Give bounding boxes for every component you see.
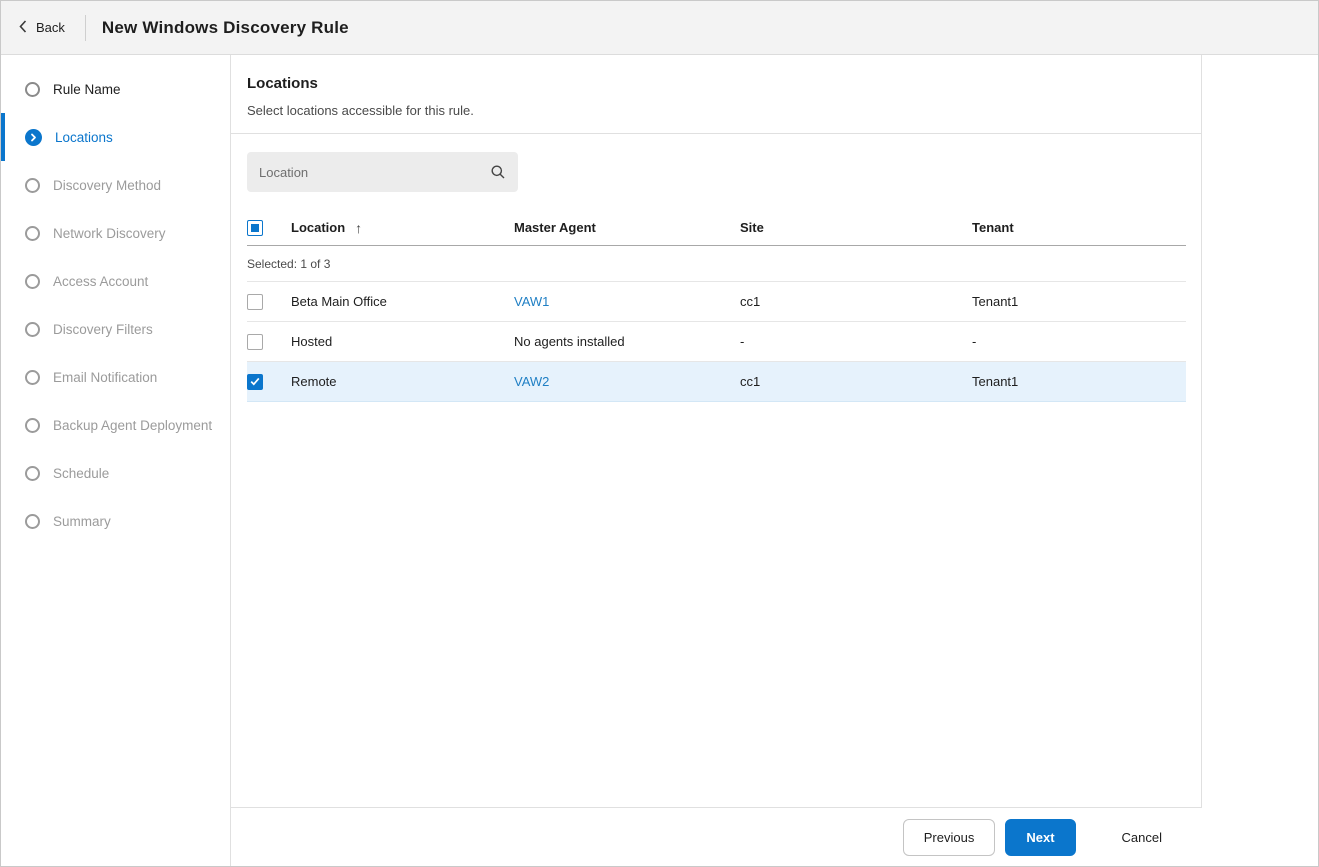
step-circle-icon: [25, 417, 40, 433]
location-cell: Remote: [291, 374, 514, 389]
column-header-master-agent[interactable]: Master Agent: [514, 220, 740, 235]
column-header-location[interactable]: Location ↑: [291, 220, 514, 236]
row-checkbox[interactable]: [247, 333, 263, 350]
wizard-header: Back New Windows Discovery Rule: [1, 1, 1318, 55]
sidebar-step-backup-agent-deployment[interactable]: Backup Agent Deployment: [1, 401, 230, 449]
row-checkbox[interactable]: [247, 293, 263, 310]
content-pane: Locations Select locations accessible fo…: [231, 55, 1202, 807]
row-checkbox-cell: [247, 333, 291, 350]
locations-table-body: Beta Main Office VAW1 cc1 Tenant1 Hosted No a…: [247, 282, 1186, 402]
location-search[interactable]: [247, 152, 518, 192]
master-agent-cell: VAW1: [514, 294, 740, 309]
location-row-hosted[interactable]: Hosted No agents installed - -: [247, 322, 1186, 362]
section-subtitle: Select locations accessible for this rul…: [247, 103, 474, 118]
step-label: Discovery Filters: [53, 321, 153, 337]
sidebar-step-summary[interactable]: Summary: [1, 497, 230, 545]
master-agent-link[interactable]: VAW1: [514, 294, 549, 309]
step-label: Email Notification: [53, 369, 158, 385]
site-cell: cc1: [740, 374, 972, 389]
back-label: Back: [36, 20, 65, 35]
step-circle-icon: [25, 513, 40, 529]
page-title: New Windows Discovery Rule: [101, 17, 349, 37]
row-checkbox-cell: [247, 293, 291, 310]
step-circle-icon: [25, 321, 40, 337]
row-checkbox-checked[interactable]: [247, 373, 263, 390]
master-agent-text: No agents installed: [514, 334, 625, 349]
main-column: Locations Select locations accessible fo…: [231, 55, 1318, 866]
tenant-value: Tenant1: [972, 374, 1019, 389]
location-cell: Beta Main Office: [291, 294, 514, 309]
step-label: Network Discovery: [53, 225, 166, 241]
step-circle-icon: [25, 369, 40, 385]
site-cell: -: [740, 334, 972, 349]
step-circle-icon: [25, 465, 40, 481]
location-search-input[interactable]: [259, 164, 490, 180]
tenant-value: Tenant1: [972, 294, 1019, 309]
step-label: Summary: [53, 513, 111, 529]
section-body: Location ↑ Master Agent Site Tenant: [231, 134, 1201, 420]
sidebar-step-locations[interactable]: Locations: [1, 113, 230, 161]
section-header: Locations Select locations accessible fo…: [231, 55, 1201, 134]
column-header-location-label: Location: [291, 220, 346, 235]
location-name: Remote: [291, 374, 337, 389]
previous-button[interactable]: Previous: [902, 818, 996, 856]
location-row-beta-main-office[interactable]: Beta Main Office VAW1 cc1 Tenant1: [247, 282, 1186, 322]
location-name: Hosted: [291, 334, 333, 349]
tenant-cell: -: [972, 334, 1186, 349]
search-icon: [490, 164, 506, 180]
step-label: Discovery Method: [53, 177, 162, 193]
tenant-cell: Tenant1: [972, 294, 1186, 309]
sidebar-step-access-account[interactable]: Access Account: [1, 257, 230, 305]
back-button[interactable]: Back: [17, 14, 71, 42]
location-name: Beta Main Office: [291, 294, 387, 309]
master-agent-cell: No agents installed: [514, 334, 740, 349]
step-label: Locations: [55, 129, 113, 145]
selection-summary: Selected: 1 of 3: [247, 256, 331, 271]
site-value: cc1: [740, 294, 761, 309]
site-value: cc1: [740, 374, 761, 389]
step-label: Schedule: [53, 465, 110, 481]
wizard-layout: Rule Name Locations Discovery Method Networ…: [1, 55, 1318, 866]
master-agent-link[interactable]: VAW2: [514, 374, 549, 389]
step-circle-icon: [25, 177, 40, 193]
step-circle-icon: [25, 273, 40, 289]
select-all-checkbox[interactable]: [247, 219, 263, 236]
table-header-row: Location ↑ Master Agent Site Tenant: [247, 210, 1186, 246]
cancel-button[interactable]: Cancel: [1102, 819, 1182, 856]
step-label: Rule Name: [53, 81, 121, 97]
sidebar-step-discovery-filters[interactable]: Discovery Filters: [1, 305, 230, 353]
master-agent-cell: VAW2: [514, 374, 740, 389]
section-title: Locations: [247, 75, 318, 92]
location-row-remote[interactable]: Remote VAW2 cc1 Tenant1: [247, 362, 1186, 402]
column-header-tenant[interactable]: Tenant: [972, 220, 1186, 235]
active-step-chevron-icon: [25, 128, 42, 146]
wizard-steps-sidebar: Rule Name Locations Discovery Method Networ…: [1, 55, 231, 866]
sidebar-step-email-notification[interactable]: Email Notification: [1, 353, 230, 401]
step-label: Backup Agent Deployment: [53, 417, 213, 433]
selection-summary-row: Selected: 1 of 3: [247, 246, 1186, 282]
column-header-site[interactable]: Site: [740, 220, 972, 235]
wizard-footer: Previous Next Cancel: [231, 807, 1202, 866]
step-circle-icon: [25, 225, 40, 241]
header-divider: [84, 14, 86, 41]
sidebar-step-rule-name[interactable]: Rule Name: [1, 65, 230, 113]
locations-table: Location ↑ Master Agent Site Tenant Sele…: [247, 210, 1186, 402]
step-circle-icon: [25, 81, 40, 97]
tenant-cell: Tenant1: [972, 374, 1186, 389]
sidebar-step-network-discovery[interactable]: Network Discovery: [1, 209, 230, 257]
sidebar-step-discovery-method[interactable]: Discovery Method: [1, 161, 230, 209]
location-cell: Hosted: [291, 334, 514, 349]
next-button[interactable]: Next: [1005, 818, 1076, 856]
sidebar-step-schedule[interactable]: Schedule: [1, 449, 230, 497]
site-cell: cc1: [740, 294, 972, 309]
step-label: Access Account: [53, 273, 149, 289]
site-value: -: [740, 334, 745, 349]
wizard-window: Back New Windows Discovery Rule Rule Nam…: [0, 0, 1319, 867]
chevron-left-icon: [19, 19, 27, 36]
sort-ascending-icon[interactable]: ↑: [355, 220, 362, 236]
tenant-value: -: [972, 334, 977, 349]
row-checkbox-cell: [247, 373, 291, 390]
